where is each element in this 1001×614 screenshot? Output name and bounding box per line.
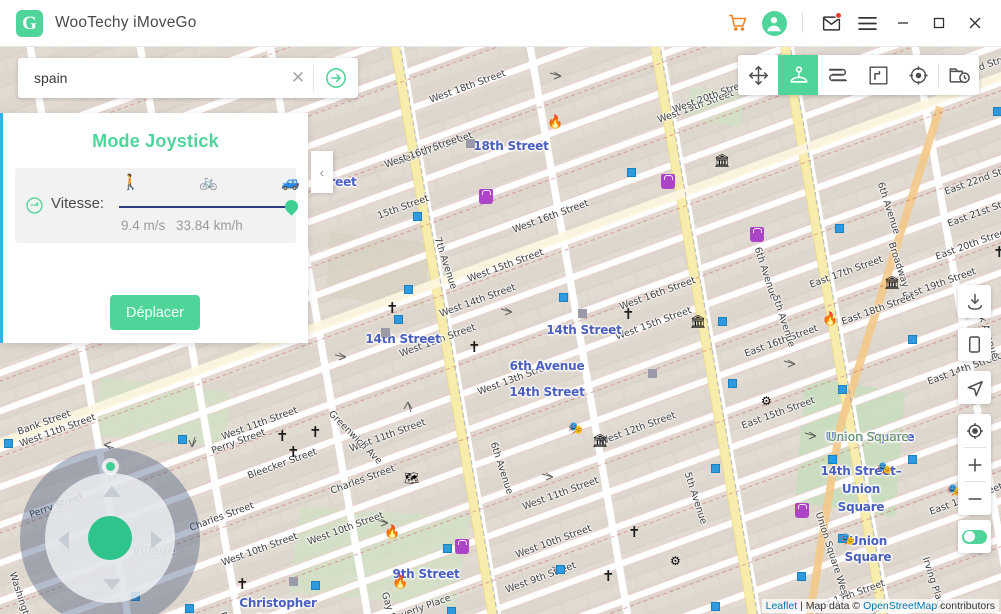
walk-icon[interactable]: 🚶 <box>121 175 140 190</box>
title-bar: G WooTechy iMoveGo <box>0 0 1001 47</box>
speed-slider[interactable] <box>119 200 299 214</box>
joystick-right-arrow[interactable] <box>151 531 162 549</box>
map-mode-toggle[interactable] <box>958 520 991 553</box>
maximize-button[interactable] <box>921 3 957 43</box>
navigation-arrow-icon[interactable] <box>958 371 991 404</box>
speed-slider-thumb[interactable] <box>282 197 300 215</box>
speed-settings-box: Vitesse: 🚶 🚲 🚙 9.4 m/s 33.84 km/h <box>15 168 296 243</box>
app-title: WooTechy iMoveGo <box>55 14 197 32</box>
joystick-up-arrow[interactable] <box>103 486 121 497</box>
toggle-switch[interactable] <box>958 520 991 553</box>
multi-spot-route-icon[interactable] <box>818 55 858 95</box>
panel-title: Mode Joystick <box>3 113 308 152</box>
joystick-position-marker <box>102 458 119 475</box>
target-locate-icon[interactable] <box>898 55 938 95</box>
zoom-out-button[interactable] <box>958 482 991 515</box>
joystick-panel: Mode Joystick Vitesse: 🚶 🚲 🚙 9.4 m/s 33.… <box>0 113 308 343</box>
download-icon[interactable] <box>958 285 991 318</box>
app-logo: G <box>16 10 43 37</box>
phone-icon[interactable] <box>958 328 991 361</box>
mode-toolbar <box>738 55 979 95</box>
leaflet-link[interactable]: Leaflet <box>766 600 798 612</box>
speed-values: 9.4 m/s 33.84 km/h <box>121 218 250 233</box>
minimize-button[interactable] <box>885 3 921 43</box>
attribution-sep: | Map data © <box>797 600 863 612</box>
titlebar-divider <box>802 13 803 33</box>
cart-icon[interactable] <box>720 5 756 41</box>
joystick-left-arrow[interactable] <box>58 531 69 549</box>
avatar <box>762 11 787 36</box>
speed-ms: 9.4 m/s <box>121 218 165 233</box>
device-button[interactable] <box>958 328 991 361</box>
bike-icon[interactable]: 🚲 <box>199 175 218 190</box>
notification-badge <box>835 12 842 19</box>
toggle-pill <box>962 530 987 544</box>
titlebar-actions <box>720 3 1001 43</box>
teleport-mode-icon[interactable] <box>738 55 778 95</box>
search-go-button[interactable] <box>314 67 358 89</box>
car-icon[interactable]: 🚙 <box>281 175 300 190</box>
close-button[interactable] <box>957 3 993 43</box>
attribution-suffix: contributors <box>937 600 995 612</box>
history-records-icon[interactable] <box>939 55 979 95</box>
speed-slider-track <box>119 206 295 208</box>
speed-mode-icons: 🚶 🚲 🚙 <box>115 175 295 197</box>
joystick-knob[interactable] <box>88 516 132 560</box>
map-attribution: Leaflet | Map data © OpenStreetMap contr… <box>762 599 999 613</box>
joystick-mode-icon[interactable] <box>778 55 818 95</box>
navigate-button[interactable] <box>958 371 991 404</box>
clear-search-icon[interactable]: ✕ <box>283 68 313 88</box>
zoom-in-button[interactable] <box>958 448 991 481</box>
osm-link[interactable]: OpenStreetMap <box>863 600 937 612</box>
joystick-down-arrow[interactable] <box>103 579 121 590</box>
app-window: G WooTechy iMoveGo <box>0 0 1001 614</box>
locate-me-button[interactable] <box>958 414 991 447</box>
search-bar: ✕ <box>18 58 358 98</box>
speed-kmh: 33.84 km/h <box>176 218 243 233</box>
move-button[interactable]: Déplacer <box>110 295 200 330</box>
speed-label: Vitesse: <box>51 195 104 212</box>
panel-collapse-toggle[interactable]: ‹ <box>311 151 333 193</box>
menu-icon[interactable] <box>849 5 885 41</box>
search-input[interactable] <box>18 70 283 86</box>
speedometer-icon <box>25 196 44 220</box>
account-avatar[interactable] <box>756 5 792 41</box>
feedback-mail-icon[interactable] <box>813 5 849 41</box>
joystick-control[interactable] <box>20 448 200 614</box>
zoom-controls <box>958 414 991 515</box>
import-gpx-button[interactable] <box>958 285 991 318</box>
two-spot-route-icon[interactable] <box>858 55 898 95</box>
